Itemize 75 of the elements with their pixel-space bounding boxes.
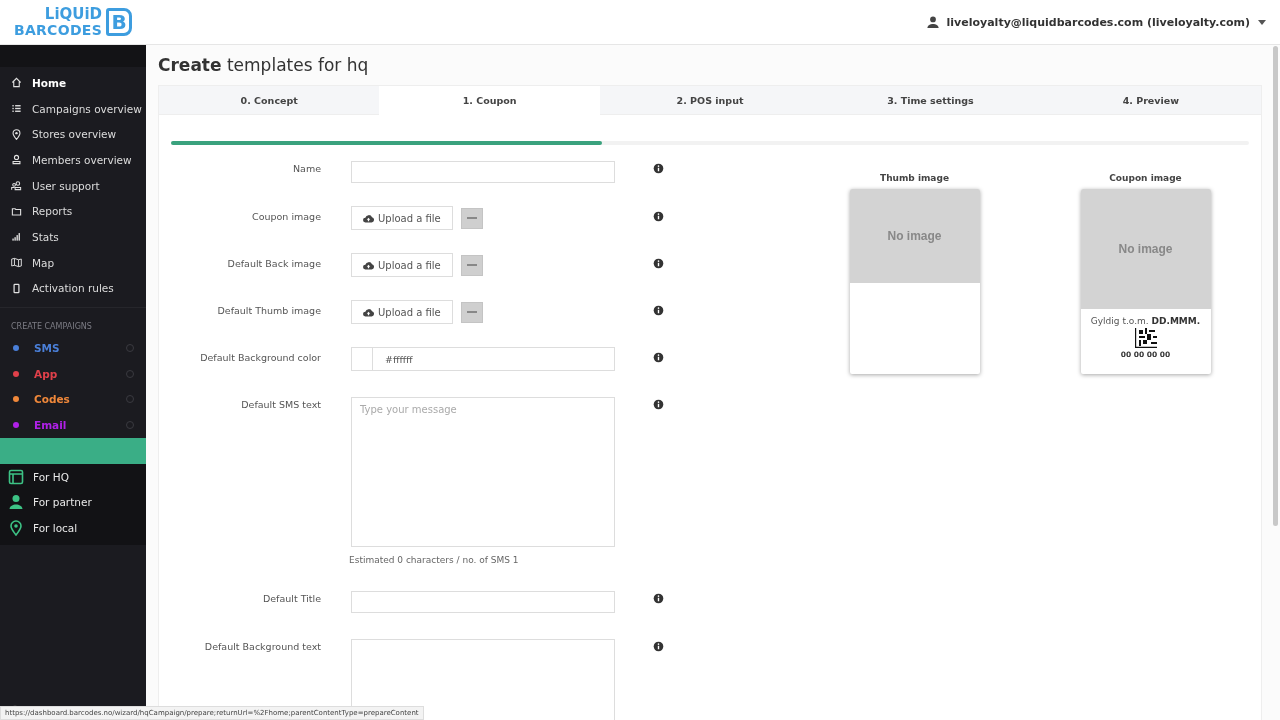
campaign-item[interactable]: App [0, 360, 146, 387]
cloud-upload-icon [363, 213, 374, 223]
sidebar-item[interactable]: User support [0, 172, 146, 199]
info-icon[interactable] [653, 352, 664, 363]
info-icon[interactable] [653, 593, 664, 604]
step-tab[interactable]: 3. Time settings [820, 86, 1041, 115]
upload-button[interactable]: Upload a file [351, 206, 453, 230]
minus-icon [466, 217, 477, 219]
step-tab[interactable]: 2. POS input [599, 86, 821, 115]
home-icon [11, 77, 22, 89]
person-icon [11, 154, 22, 166]
step-tab[interactable]: 4. Preview [1040, 86, 1262, 115]
cloud-upload-icon [363, 260, 374, 270]
upload-button[interactable]: Upload a file [351, 253, 453, 277]
sidebar-highlight[interactable] [0, 437, 146, 464]
sidebar-item[interactable]: Campaigns overview [0, 95, 146, 122]
minus-icon [466, 264, 477, 266]
character-count: Estimated 0 characters / no. of SMS 1 [349, 555, 520, 565]
field-label: Default Thumb image [216, 304, 321, 316]
section-title: CREATE CAMPAIGNS [0, 307, 146, 336]
user-menu[interactable]: liveloyalty@liquidbarcodes.com (liveloyalty.com) [926, 15, 1266, 29]
field-label: Default Back image [226, 257, 321, 269]
campaign-item[interactable]: Codes [0, 386, 146, 413]
step-tab[interactable]: 0. Concept [159, 86, 380, 115]
list-icon [11, 103, 22, 115]
preview-title: Coupon image [1109, 173, 1182, 183]
text-input[interactable] [351, 161, 615, 183]
sidebar-item[interactable]: Activation rules [0, 275, 146, 302]
info-icon[interactable] [653, 399, 664, 410]
upload-button[interactable]: Upload a file [351, 300, 453, 324]
people-icon [11, 180, 22, 192]
folder-icon [11, 205, 22, 217]
remove-button[interactable] [460, 254, 483, 276]
info-icon[interactable] [653, 163, 664, 174]
field-label: Default Background color [199, 351, 321, 363]
location-pin-icon [11, 128, 22, 140]
campaign-item[interactable]: SMS [0, 335, 146, 361]
color-field[interactable]: #ffffff [351, 347, 615, 371]
location-pin-icon [8, 520, 24, 537]
bar-chart-icon [11, 231, 22, 243]
field-label: Default Title [261, 592, 321, 604]
sidebar-item[interactable]: Map [0, 249, 146, 276]
remove-button[interactable] [460, 207, 483, 229]
map-icon [11, 257, 22, 269]
info-icon[interactable] [653, 211, 664, 222]
minus-icon [466, 311, 477, 313]
placeholder-text: No image [1118, 242, 1173, 256]
field-label: Coupon image [251, 210, 321, 222]
sidebar-item[interactable]: Stores overview [0, 121, 146, 148]
field-label: Default SMS text [240, 398, 321, 410]
data-matrix-icon [1134, 328, 1157, 348]
caret-icon [1258, 19, 1266, 25]
sidebar-item[interactable]: Stats [0, 224, 146, 250]
info-icon[interactable] [653, 305, 664, 316]
placeholder-text: No image [887, 229, 942, 243]
field-label: Name [291, 162, 321, 174]
info-icon[interactable] [653, 641, 664, 652]
sidebar-subitem[interactable]: For HQ [0, 463, 146, 490]
phone-icon [11, 282, 22, 294]
text-input[interactable] [351, 591, 615, 613]
field-label: Default Background text [203, 640, 321, 652]
layout-icon [8, 468, 24, 485]
preview-title: Thumb image [880, 173, 949, 183]
person-icon [8, 494, 24, 511]
user-icon [926, 16, 939, 28]
page-title: Create templates for hq [158, 55, 370, 75]
sidebar-subitem[interactable]: For local [0, 515, 146, 541]
sidebar-item[interactable]: Members overview [0, 147, 146, 173]
validity-text: Gyldig t.o.m. DD.MMM. [1090, 316, 1201, 326]
info-icon[interactable] [653, 258, 664, 269]
remove-button[interactable] [460, 301, 483, 323]
cloud-upload-icon [363, 307, 374, 317]
sidebar-item[interactable]: Reports [0, 198, 146, 225]
sidebar-subitem[interactable]: For partner [0, 489, 146, 516]
sidebar-item[interactable]: Home [0, 70, 146, 96]
